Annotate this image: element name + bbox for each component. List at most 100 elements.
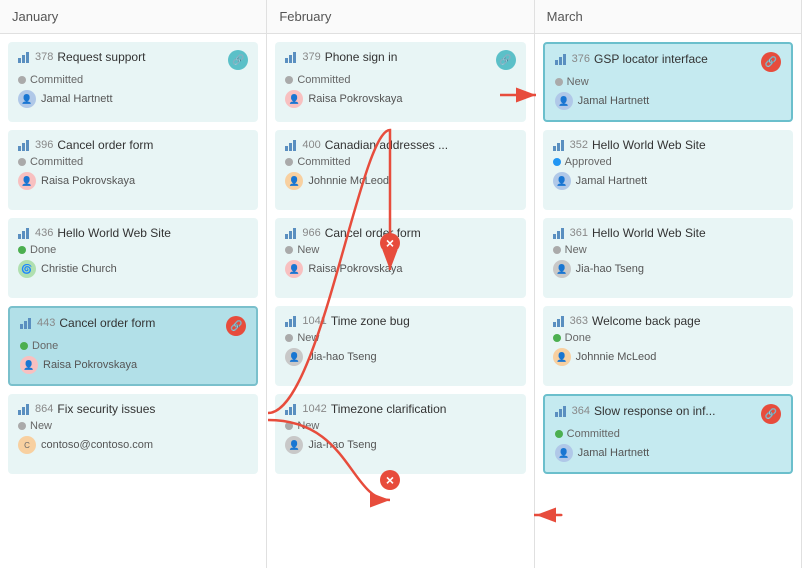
bar-icon-352: [553, 140, 564, 151]
card-status-379: Committed: [285, 74, 515, 86]
card-id-400: 400: [302, 139, 320, 151]
card-status-443: Done: [20, 340, 246, 352]
card-user-379: 👤 Raisa Pokrovskaya: [285, 90, 515, 108]
card-364[interactable]: 364 Slow response on inf... 🔗 Committed …: [543, 394, 793, 474]
card-name-396: Cancel order form: [57, 138, 153, 152]
card-user-443: 👤 Raisa Pokrovskaya: [20, 356, 246, 374]
january-label: January: [12, 9, 58, 24]
card-user-864: C contoso@contoso.com: [18, 436, 248, 454]
card-id-436: 436: [35, 227, 53, 239]
status-label-352: Approved: [565, 156, 612, 168]
card-361[interactable]: 361 Hello World Web Site New 👤 Jia-hao T…: [543, 218, 793, 298]
user-name-864: contoso@contoso.com: [41, 439, 153, 451]
status-label-363: Done: [565, 332, 591, 344]
card-status-396: Committed: [18, 156, 248, 168]
card-id-352: 352: [570, 139, 588, 151]
user-name-400: Johnnie McLeod: [308, 175, 389, 187]
card-user-1041: 👤 Jia-hao Tseng: [285, 348, 515, 366]
card-id-376: 376: [572, 53, 590, 65]
march-header: March: [535, 0, 801, 34]
card-443[interactable]: 443 Cancel order form 🔗 Done 👤 Raisa Pok…: [8, 306, 258, 386]
card-status-1042: New: [285, 420, 515, 432]
bar-icon-1041: [285, 316, 296, 327]
status-label-396: Committed: [30, 156, 83, 168]
status-dot-378: [18, 76, 26, 84]
link-icon-379[interactable]: 🔗: [496, 50, 516, 70]
user-name-352: Jamal Hartnett: [576, 175, 648, 187]
card-user-361: 👤 Jia-hao Tseng: [553, 260, 783, 278]
card-864[interactable]: 864 Fix security issues New C contoso@co…: [8, 394, 258, 474]
card-status-363: Done: [553, 332, 783, 344]
card-status-361: New: [553, 244, 783, 256]
avatar-352: 👤: [553, 172, 571, 190]
card-user-376: 👤 Jamal Hartnett: [555, 92, 781, 110]
user-name-443: Raisa Pokrovskaya: [43, 359, 137, 371]
status-label-361: New: [565, 244, 587, 256]
status-dot-361: [553, 246, 561, 254]
avatar-363: 👤: [553, 348, 571, 366]
march-label: March: [547, 9, 583, 24]
avatar-376: 👤: [555, 92, 573, 110]
card-id-1041: 1041: [302, 315, 326, 327]
card-id-443: 443: [37, 317, 55, 329]
january-body: 378 Request support 🔗 Committed 👤 Jamal …: [0, 34, 266, 568]
march-body: 376 GSP locator interface 🔗 New 👤 Jamal …: [535, 34, 801, 568]
card-user-400: 👤 Johnnie McLeod: [285, 172, 515, 190]
card-user-396: 👤 Raisa Pokrovskaya: [18, 172, 248, 190]
card-379[interactable]: 379 Phone sign in 🔗 Committed 👤 Raisa Po…: [275, 42, 525, 122]
bar-icon-361: [553, 228, 564, 239]
bar-icon-396: [18, 140, 29, 151]
card-name-363: Welcome back page: [592, 314, 701, 328]
avatar-378: 👤: [18, 90, 36, 108]
card-376[interactable]: 376 GSP locator interface 🔗 New 👤 Jamal …: [543, 42, 793, 122]
link-icon-378[interactable]: 🔗: [228, 50, 248, 70]
status-dot-436: [18, 246, 26, 254]
user-name-363: Johnnie McLeod: [576, 351, 657, 363]
status-dot-400: [285, 158, 293, 166]
card-436[interactable]: 436 Hello World Web Site Done 🌀 Christie…: [8, 218, 258, 298]
card-id-364: 364: [572, 405, 590, 417]
card-352[interactable]: 352 Hello World Web Site Approved 👤 Jama…: [543, 130, 793, 210]
status-dot-443: [20, 342, 28, 350]
card-400[interactable]: 400 Canadian addresses ... Committed 👤 J…: [275, 130, 525, 210]
card-1042[interactable]: 1042 Timezone clarification New 👤 Jia-ha…: [275, 394, 525, 474]
card-status-966: New: [285, 244, 515, 256]
status-dot-1042: [285, 422, 293, 430]
link-icon-364[interactable]: 🔗: [761, 404, 781, 424]
status-dot-1041: [285, 334, 293, 342]
status-dot-379: [285, 76, 293, 84]
card-id-363: 363: [570, 315, 588, 327]
card-status-378: Committed: [18, 74, 248, 86]
status-label-1041: New: [297, 332, 319, 344]
status-label-443: Done: [32, 340, 58, 352]
avatar-436: 🌀: [18, 260, 36, 278]
status-dot-352: [553, 158, 561, 166]
bar-icon-376: [555, 54, 566, 65]
user-name-396: Raisa Pokrovskaya: [41, 175, 135, 187]
avatar-364: 👤: [555, 444, 573, 462]
link-icon-376[interactable]: 🔗: [761, 52, 781, 72]
avatar-864: C: [18, 436, 36, 454]
card-378[interactable]: 378 Request support 🔗 Committed 👤 Jamal …: [8, 42, 258, 122]
link-icon-443[interactable]: 🔗: [226, 316, 246, 336]
card-1041[interactable]: 1041 Time zone bug New 👤 Jia-hao Tseng: [275, 306, 525, 386]
status-dot-364: [555, 430, 563, 438]
card-966[interactable]: 966 Cancel order form New 👤 Raisa Pokrov…: [275, 218, 525, 298]
card-name-436: Hello World Web Site: [57, 226, 171, 240]
card-396[interactable]: 396 Cancel order form Committed 👤 Raisa …: [8, 130, 258, 210]
user-name-1041: Jia-hao Tseng: [308, 351, 376, 363]
avatar-361: 👤: [553, 260, 571, 278]
card-status-436: Done: [18, 244, 248, 256]
bar-icon-443: [20, 318, 31, 329]
card-name-1042: Timezone clarification: [331, 402, 447, 416]
card-name-379: Phone sign in: [325, 50, 398, 64]
card-363[interactable]: 363 Welcome back page Done 👤 Johnnie McL…: [543, 306, 793, 386]
status-label-364: Committed: [567, 428, 620, 440]
card-status-376: New: [555, 76, 781, 88]
card-user-436: 🌀 Christie Church: [18, 260, 248, 278]
february-body: 379 Phone sign in 🔗 Committed 👤 Raisa Po…: [267, 34, 533, 568]
card-id-966: 966: [302, 227, 320, 239]
status-dot-363: [553, 334, 561, 342]
avatar-379: 👤: [285, 90, 303, 108]
user-name-1042: Jia-hao Tseng: [308, 439, 376, 451]
